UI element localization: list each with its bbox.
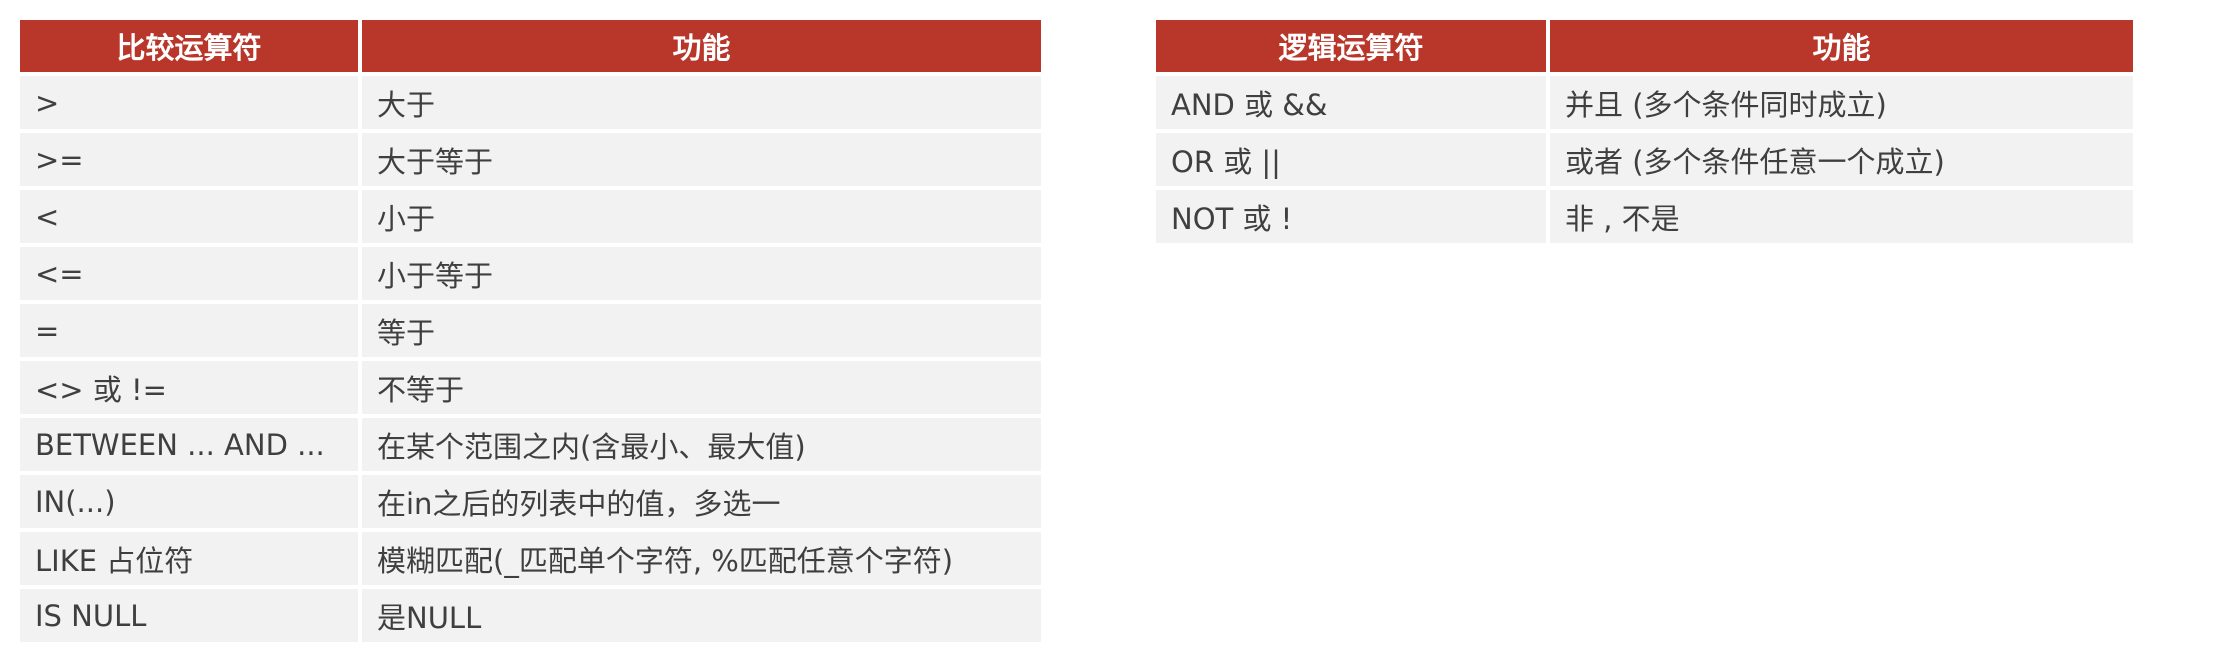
function-cell: 并且 (多个条件同时成立)	[1550, 76, 2133, 129]
function-cell: 模糊匹配(_匹配单个字符, %匹配任意个字符)	[362, 532, 1041, 585]
operator-cell: NOT 或 !	[1156, 190, 1546, 243]
function-cell: 不等于	[362, 361, 1041, 414]
function-cell: 在in之后的列表中的值，多选一	[362, 475, 1041, 528]
operator-cell: IN(...)	[20, 475, 358, 528]
column-header-operator: 比较运算符	[20, 20, 358, 72]
operator-cell: <=	[20, 247, 358, 300]
function-cell: 等于	[362, 304, 1041, 357]
logical-operators-table: 逻辑运算符 功能 AND 或 && 并且 (多个条件同时成立) OR 或 || …	[1152, 16, 2137, 247]
function-cell: 是NULL	[362, 589, 1041, 642]
table-row: <> 或 != 不等于	[20, 361, 1041, 414]
table-header-row: 逻辑运算符 功能	[1156, 20, 2133, 72]
operator-cell: =	[20, 304, 358, 357]
table-row: <= 小于等于	[20, 247, 1041, 300]
operator-cell: <	[20, 190, 358, 243]
function-cell: 非 , 不是	[1550, 190, 2133, 243]
operator-cell: IS NULL	[20, 589, 358, 642]
operator-cell: >=	[20, 133, 358, 186]
function-cell: 小于	[362, 190, 1041, 243]
function-cell: 在某个范围之内(含最小、最大值)	[362, 418, 1041, 471]
table-row: BETWEEN ... AND ... 在某个范围之内(含最小、最大值)	[20, 418, 1041, 471]
table-row: IN(...) 在in之后的列表中的值，多选一	[20, 475, 1041, 528]
table-row: >= 大于等于	[20, 133, 1041, 186]
table-header-row: 比较运算符 功能	[20, 20, 1041, 72]
operator-cell: LIKE 占位符	[20, 532, 358, 585]
operator-cell: >	[20, 76, 358, 129]
table-row: OR 或 || 或者 (多个条件任意一个成立)	[1156, 133, 2133, 186]
table-row: AND 或 && 并且 (多个条件同时成立)	[1156, 76, 2133, 129]
operator-cell: <> 或 !=	[20, 361, 358, 414]
table-row: > 大于	[20, 76, 1041, 129]
column-header-function: 功能	[362, 20, 1041, 72]
column-header-operator: 逻辑运算符	[1156, 20, 1546, 72]
function-cell: 大于等于	[362, 133, 1041, 186]
table-row: LIKE 占位符 模糊匹配(_匹配单个字符, %匹配任意个字符)	[20, 532, 1041, 585]
comparison-operators-table: 比较运算符 功能 > 大于 >= 大于等于 < 小于 <= 小于等于 = 等于 …	[16, 16, 1045, 646]
function-cell: 大于	[362, 76, 1041, 129]
function-cell: 或者 (多个条件任意一个成立)	[1550, 133, 2133, 186]
operator-cell: BETWEEN ... AND ...	[20, 418, 358, 471]
table-row: IS NULL 是NULL	[20, 589, 1041, 642]
column-header-function: 功能	[1550, 20, 2133, 72]
table-row: < 小于	[20, 190, 1041, 243]
table-row: = 等于	[20, 304, 1041, 357]
operator-cell: AND 或 &&	[1156, 76, 1546, 129]
function-cell: 小于等于	[362, 247, 1041, 300]
table-row: NOT 或 ! 非 , 不是	[1156, 190, 2133, 243]
operator-cell: OR 或 ||	[1156, 133, 1546, 186]
